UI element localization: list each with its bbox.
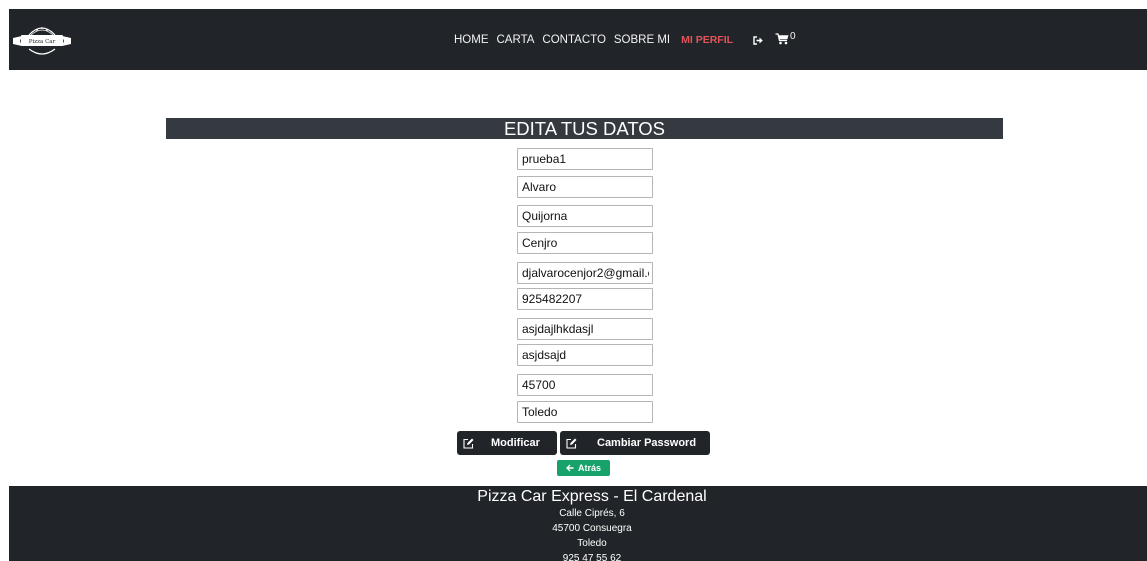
- nav-link-home[interactable]: HOME: [454, 34, 489, 46]
- pizza-car-logo[interactable]: Pizza Car: [13, 19, 71, 61]
- edit-icon: [566, 438, 577, 449]
- logout-icon[interactable]: [753, 36, 763, 45]
- footer-title: Pizza Car Express - El Cardenal: [477, 488, 707, 505]
- footer-city: 45700 Consuegra: [552, 523, 632, 534]
- nav-link-mi-perfil[interactable]: MI PERFIL: [681, 34, 733, 46]
- last-name-field[interactable]: [517, 205, 653, 227]
- modify-button[interactable]: Modificar: [457, 431, 557, 455]
- back-button-label: Atrás: [577, 463, 601, 473]
- change-password-button-label: Cambiar Password: [597, 437, 697, 449]
- postal-code-field[interactable]: [517, 374, 653, 396]
- email-field[interactable]: [517, 262, 653, 284]
- province-field[interactable]: [517, 401, 653, 423]
- phone-field[interactable]: [517, 288, 653, 310]
- cart-count: 0: [790, 30, 796, 42]
- modify-button-label: Modificar: [491, 437, 540, 449]
- address-extra-field[interactable]: [517, 344, 653, 366]
- edit-icon: [463, 438, 474, 449]
- username-field[interactable]: [517, 148, 653, 170]
- nav-link-carta[interactable]: CARTA: [497, 34, 535, 46]
- nav-link-sobre-mi[interactable]: SOBRE MI: [614, 34, 670, 46]
- nav-link-contacto[interactable]: CONTACTO: [542, 34, 605, 46]
- second-last-name-field[interactable]: [517, 232, 653, 254]
- page: Pizza Car HOME CARTA CONTACTO SOBRE MI M…: [0, 0, 1147, 561]
- svg-text:Pizza Car: Pizza Car: [29, 39, 56, 45]
- change-password-button[interactable]: Cambiar Password: [560, 431, 710, 455]
- cart-icon[interactable]: [775, 32, 789, 45]
- footer-phone: 925 47 55 62: [562, 553, 622, 561]
- back-button[interactable]: Atrás: [557, 460, 610, 476]
- page-title: EDITA TUS DATOS: [166, 118, 1003, 139]
- footer: Pizza Car Express - El Cardenal Calle Ci…: [9, 486, 1147, 561]
- address-field[interactable]: [517, 318, 653, 340]
- navbar: Pizza Car HOME CARTA CONTACTO SOBRE MI M…: [9, 9, 1147, 70]
- footer-province: Toledo: [577, 538, 607, 549]
- arrow-left-icon: [565, 464, 574, 472]
- first-name-field[interactable]: [517, 176, 653, 198]
- footer-address: Calle Ciprés, 6: [559, 508, 625, 519]
- nav-links: HOME CARTA CONTACTO SOBRE MI MI PERFIL 0: [454, 31, 796, 49]
